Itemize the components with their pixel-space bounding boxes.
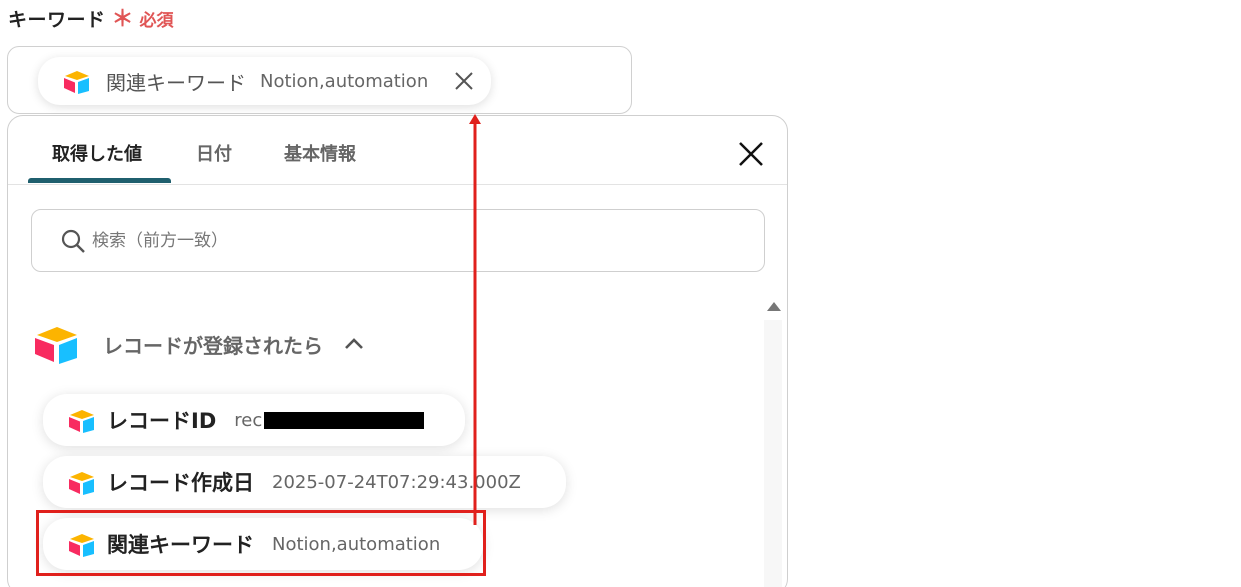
- close-icon[interactable]: [738, 141, 764, 167]
- item-value: rec: [234, 410, 425, 431]
- item-name: 関連キーワード: [107, 533, 254, 557]
- item-value: Notion,automation: [272, 533, 441, 555]
- search-input[interactable]: [92, 230, 692, 251]
- item-value: 2025-07-24T07:29:43.000Z: [272, 471, 521, 493]
- tab-date[interactable]: 日付: [196, 140, 232, 166]
- value-picker-panel: 取得した値 日付 基本情報 レコードが登録されたら: [7, 115, 788, 587]
- redaction-bar: [264, 412, 425, 429]
- active-tab-indicator: [28, 178, 171, 183]
- item-name: レコード作成日: [107, 471, 254, 495]
- list-item-related-keywords[interactable]: 関連キーワード Notion,automation: [43, 518, 483, 570]
- airtable-logo-icon: [69, 410, 94, 433]
- required-text: 必須: [139, 10, 174, 31]
- trigger-group-header[interactable]: レコードが登録されたら: [33, 322, 365, 366]
- chip-name: 関連キーワード: [106, 70, 246, 95]
- list-item-record-created[interactable]: レコード作成日 2025-07-24T07:29:43.000Z: [43, 456, 566, 508]
- selected-value-chip[interactable]: 関連キーワード Notion,automation: [38, 57, 491, 105]
- group-title: レコードが登録されたら: [103, 333, 323, 358]
- item-name: レコードID: [107, 409, 217, 433]
- tab-retrieved-values[interactable]: 取得した値: [52, 140, 142, 166]
- airtable-logo-icon: [69, 472, 94, 495]
- airtable-logo-icon: [35, 327, 77, 364]
- list-item-record-id[interactable]: レコードID rec: [43, 394, 465, 446]
- airtable-logo-icon: [69, 534, 94, 557]
- scroll-up-arrow-icon[interactable]: [767, 302, 781, 311]
- tab-basic-info[interactable]: 基本情報: [284, 140, 356, 166]
- search-field[interactable]: [31, 209, 765, 272]
- required-mark: ＊: [111, 7, 134, 32]
- field-label-text: キーワード: [8, 8, 106, 31]
- field-label: キーワード ＊ 必須: [8, 4, 174, 32]
- scrollbar[interactable]: [764, 302, 782, 587]
- chip-value: Notion,automation: [260, 70, 429, 92]
- search-icon: [61, 229, 85, 253]
- airtable-logo-icon: [64, 71, 89, 94]
- remove-chip-icon[interactable]: [453, 70, 475, 92]
- tab-bar: 取得した値 日付 基本情報: [8, 116, 787, 185]
- scroll-track[interactable]: [764, 320, 782, 587]
- chevron-up-icon[interactable]: [343, 337, 365, 351]
